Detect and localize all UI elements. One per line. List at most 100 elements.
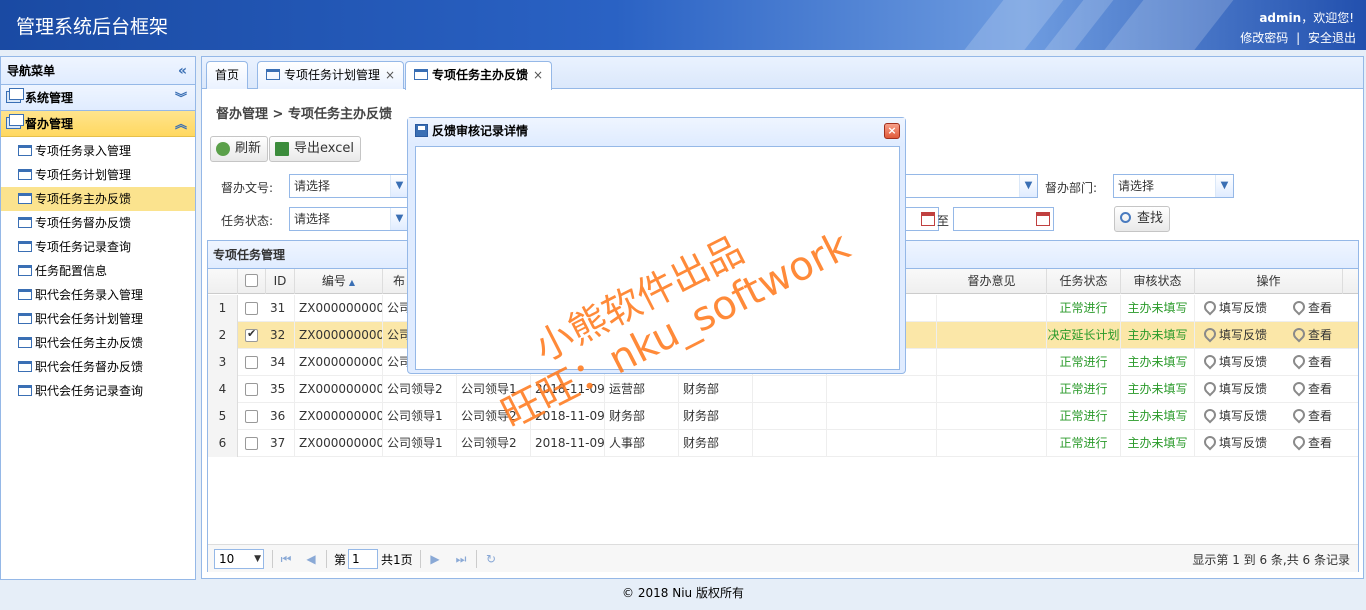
op-label: 查看 bbox=[1308, 328, 1333, 342]
close-icon[interactable]: × bbox=[533, 68, 543, 82]
export-excel-button[interactable]: 导出excel bbox=[269, 136, 361, 162]
doc-no-select[interactable]: 请选择 ▼ bbox=[289, 174, 409, 198]
close-icon[interactable]: × bbox=[884, 123, 900, 139]
page-size-select[interactable]: 10 ▼ bbox=[214, 549, 264, 569]
view-link[interactable]: 查看 bbox=[1290, 295, 1332, 322]
calendar-icon[interactable] bbox=[921, 212, 935, 226]
page-size-value: 10 bbox=[219, 552, 235, 566]
calendar-icon[interactable] bbox=[1036, 212, 1050, 226]
fill-feedback-link[interactable]: 填写反馈 bbox=[1201, 349, 1267, 376]
chevron-up-icon[interactable]: ︽ bbox=[175, 111, 187, 137]
table-row[interactable]: 6 37 ZX0000000003 公司领导1 公司领导2 2018-11-09 人事部 财务… bbox=[208, 430, 1358, 457]
col-header-ops: 操作 bbox=[1195, 269, 1343, 294]
header-links: 修改密码 | 安全退出 bbox=[1240, 29, 1356, 46]
breadcrumb: 督办管理 > 专项任务主办反馈 bbox=[216, 107, 392, 122]
nav-item[interactable]: 任务配置信息 bbox=[1, 259, 195, 283]
window-icon bbox=[18, 241, 32, 252]
tab-label: 专项任务计划管理 bbox=[284, 68, 381, 82]
wrench-icon bbox=[1290, 325, 1308, 343]
tab-label: 首页 bbox=[215, 68, 240, 82]
row-checkbox[interactable] bbox=[245, 327, 258, 342]
tab-host-feedback[interactable]: 专项任务主办反馈 × bbox=[405, 61, 553, 90]
chevron-down-icon[interactable]: ︾ bbox=[175, 85, 187, 111]
page-number-input[interactable]: 1 bbox=[348, 549, 378, 569]
system-title: 管理系统后台框架 bbox=[16, 16, 169, 38]
row-checkbox[interactable] bbox=[245, 410, 258, 423]
button-label: 导出excel bbox=[294, 141, 354, 156]
chevron-down-icon: ▼ bbox=[254, 554, 261, 564]
fill-feedback-link[interactable]: 填写反馈 bbox=[1201, 376, 1267, 403]
date-start-input[interactable] bbox=[902, 207, 939, 231]
fill-feedback-link[interactable]: 填写反馈 bbox=[1201, 295, 1268, 322]
change-password-link[interactable]: 修改密码 bbox=[1240, 31, 1288, 45]
refresh-button[interactable]: 刷新 bbox=[210, 136, 269, 162]
date-end-input[interactable] bbox=[953, 207, 1054, 231]
cell-id: 36 bbox=[266, 403, 295, 430]
col-header-opinion[interactable]: 督办意见 bbox=[937, 269, 1047, 294]
col-header-id[interactable]: ID bbox=[266, 269, 295, 294]
op-label: 填写反馈 bbox=[1219, 301, 1268, 315]
next-page-icon[interactable]: ▶ bbox=[425, 549, 445, 569]
hidden-select[interactable]: ▼ bbox=[902, 174, 1038, 198]
row-number: 2 bbox=[208, 322, 238, 349]
nav-group-supervise[interactable]: 督办管理 ︽ bbox=[1, 111, 195, 137]
cell-id: 34 bbox=[266, 349, 295, 376]
row-checkbox[interactable] bbox=[245, 383, 258, 396]
collapse-left-icon[interactable]: « bbox=[178, 57, 187, 85]
row-checkbox[interactable] bbox=[245, 356, 258, 369]
dept-select[interactable]: 请选择 ▼ bbox=[1113, 174, 1234, 198]
table-row[interactable]: 4 35 ZX0000000002 公司领导2 公司领导1 2018-11-09 运营部 财务… bbox=[208, 376, 1358, 403]
nav-group-system[interactable]: 系统管理 ︾ bbox=[1, 85, 195, 111]
fill-feedback-link[interactable]: 填写反馈 bbox=[1201, 430, 1267, 457]
chevron-down-icon: ▼ bbox=[1019, 175, 1037, 197]
select-all-header[interactable] bbox=[238, 269, 266, 294]
pager-divider bbox=[326, 550, 327, 568]
status-select[interactable]: 请选择 ▼ bbox=[289, 207, 409, 231]
last-page-icon[interactable]: ⏭ bbox=[451, 549, 471, 569]
nav-item-label: 专项任务录入管理 bbox=[35, 144, 132, 158]
tab-plan-management[interactable]: 专项任务计划管理 × bbox=[257, 61, 405, 89]
nav-item[interactable]: 职代会任务计划管理 bbox=[1, 307, 195, 331]
view-link[interactable]: 查看 bbox=[1290, 430, 1332, 457]
nav-item[interactable]: 专项任务督办反馈 bbox=[1, 211, 195, 235]
view-link[interactable]: 查看 bbox=[1290, 349, 1332, 376]
cell-c3: 公司领导1 bbox=[383, 430, 457, 457]
pager-info: 显示第 1 到 6 条,共 6 条记录 bbox=[1192, 553, 1350, 567]
nav-item[interactable]: 专项任务计划管理 bbox=[1, 163, 195, 187]
row-checkbox[interactable] bbox=[245, 437, 258, 450]
excel-icon bbox=[275, 142, 289, 156]
close-icon[interactable]: × bbox=[385, 68, 395, 82]
search-button[interactable]: 查找 bbox=[1114, 206, 1171, 232]
fill-feedback-link[interactable]: 填写反馈 bbox=[1201, 322, 1267, 349]
reload-icon[interactable]: ↻ bbox=[481, 549, 501, 569]
view-link[interactable]: 查看 bbox=[1290, 322, 1333, 349]
tab-home[interactable]: 首页 bbox=[206, 61, 249, 89]
nav-item[interactable]: 专项任务录入管理 bbox=[1, 139, 195, 163]
col-header-code[interactable]: 编号 ▲ bbox=[295, 269, 383, 294]
dialog-title: 反馈审核记录详情 bbox=[432, 124, 529, 138]
nav-item[interactable]: 职代会任务督办反馈 bbox=[1, 355, 195, 379]
select-all-checkbox[interactable] bbox=[245, 274, 258, 287]
row-number: 3 bbox=[208, 349, 238, 376]
row-checkbox[interactable] bbox=[245, 302, 258, 315]
cell-e3 bbox=[937, 349, 1047, 376]
col-header-task-status[interactable]: 任务状态 bbox=[1047, 269, 1121, 294]
dialog-header: 反馈审核记录详情 × bbox=[408, 118, 905, 144]
logout-link[interactable]: 安全退出 bbox=[1308, 31, 1356, 45]
cell-code: ZX0000000003 bbox=[295, 430, 383, 457]
cell-code: ZX0000000003 bbox=[295, 403, 383, 430]
cell-id: 31 bbox=[266, 295, 295, 322]
table-row[interactable]: 5 36 ZX0000000003 公司领导1 公司领导2 2018-11-09 财务部 财务… bbox=[208, 403, 1358, 430]
view-link[interactable]: 查看 bbox=[1290, 403, 1332, 430]
nav-item-active[interactable]: 专项任务主办反馈 bbox=[1, 187, 195, 211]
col-header-audit-status[interactable]: 审核状态 bbox=[1121, 269, 1195, 294]
nav-item[interactable]: 专项任务记录查询 bbox=[1, 235, 195, 259]
first-page-icon[interactable]: ⏮ bbox=[276, 549, 296, 569]
nav-item-label: 职代会任务录入管理 bbox=[35, 288, 144, 302]
prev-page-icon[interactable]: ◀ bbox=[301, 549, 321, 569]
fill-feedback-link[interactable]: 填写反馈 bbox=[1201, 403, 1267, 430]
nav-item[interactable]: 职代会任务录入管理 bbox=[1, 283, 195, 307]
nav-item[interactable]: 职代会任务主办反馈 bbox=[1, 331, 195, 355]
view-link[interactable]: 查看 bbox=[1290, 376, 1332, 403]
nav-item[interactable]: 职代会任务记录查询 bbox=[1, 379, 195, 403]
